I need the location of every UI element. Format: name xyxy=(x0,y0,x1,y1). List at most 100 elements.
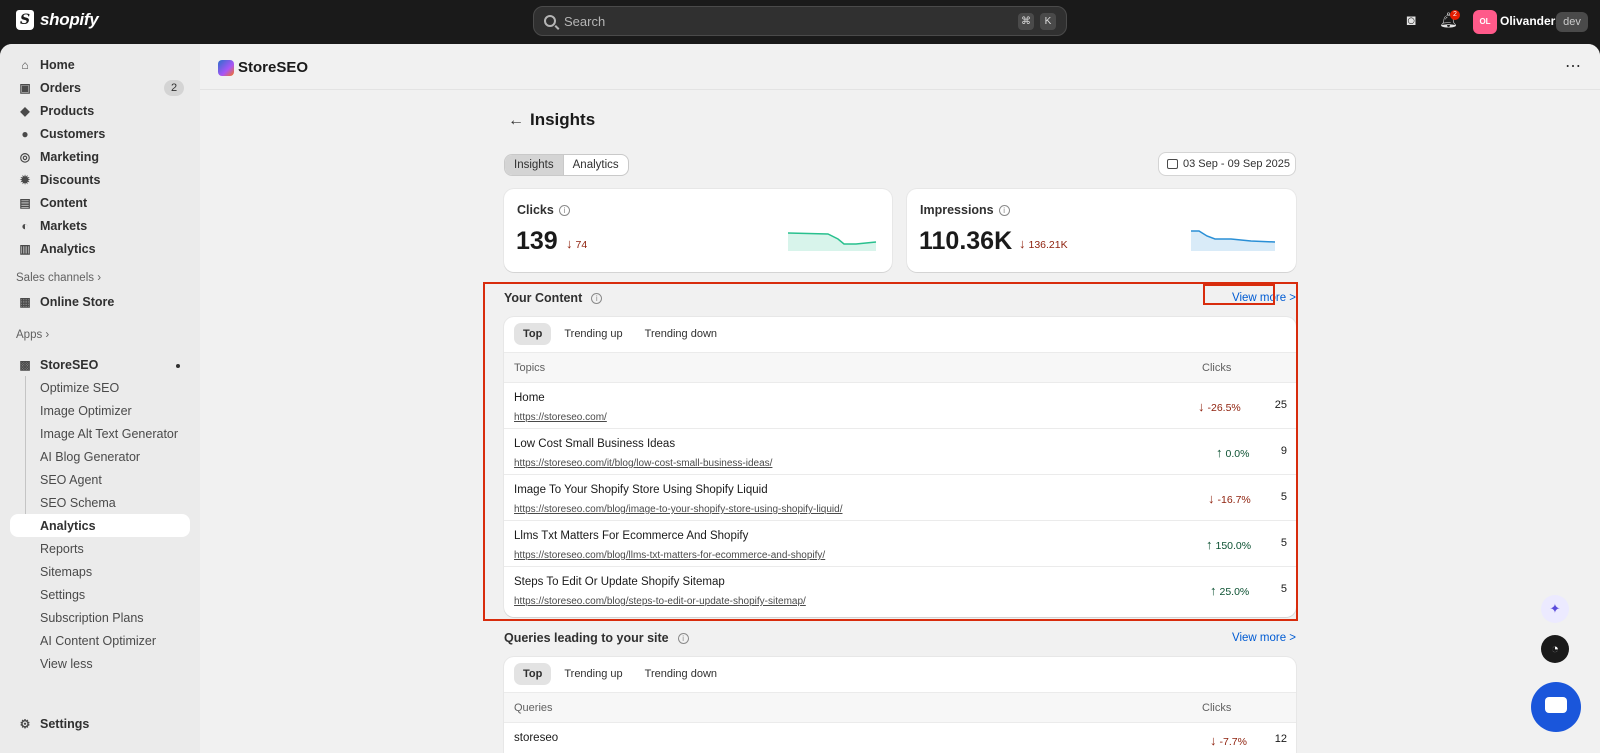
segment-insights[interactable]: Insights xyxy=(505,155,564,175)
arrow-down-icon: ↓ xyxy=(566,236,573,251)
table-row[interactable]: storeseo ↓ -7.7% 12 xyxy=(504,723,1296,753)
view-switcher: Insights Analytics xyxy=(504,154,629,176)
search-placeholder: Search xyxy=(564,13,606,29)
search-input[interactable]: Search ⌘ K xyxy=(533,6,1067,36)
sidebar-subitem-analytics[interactable]: Analytics xyxy=(10,514,190,537)
impressions-delta-value: 136.21K xyxy=(1028,239,1068,251)
store-name[interactable]: Olivanders xyxy=(1500,14,1562,28)
apps-heading[interactable]: Apps › xyxy=(16,329,49,341)
sidebar-subitem-image-alt-text[interactable]: Image Alt Text Generator xyxy=(10,422,190,445)
clicks-delta: ↓ 74 xyxy=(566,236,587,251)
sidebar-item-label: Analytics xyxy=(40,242,96,256)
clicks-label: Clicks xyxy=(517,203,554,217)
apps-label: Apps xyxy=(16,329,43,341)
info-icon[interactable]: i xyxy=(558,205,570,217)
info-icon[interactable]: i xyxy=(677,633,689,645)
sidebar-subitem-image-optimizer[interactable]: Image Optimizer xyxy=(10,399,190,422)
ai-sparkle-icon[interactable]: ✦ xyxy=(1541,595,1569,623)
sidebar-item-settings[interactable]: ⚙ Settings xyxy=(10,712,190,736)
segment-analytics[interactable]: Analytics xyxy=(564,155,628,175)
arrow-down-icon: ↓ xyxy=(1210,733,1217,748)
tag-icon: ◆ xyxy=(20,104,30,118)
sidebar-item-online-store[interactable]: ▦ Online Store xyxy=(10,290,190,314)
queries-tabs: Top Trending up Trending down xyxy=(514,663,726,685)
orders-count-badge: 2 xyxy=(164,80,184,96)
sidebar-item-label: Settings xyxy=(40,717,90,731)
sidebar-item-label: Content xyxy=(40,196,88,210)
search-icon xyxy=(544,15,556,27)
discount-icon: ✹ xyxy=(19,173,31,187)
sidebar-item-analytics[interactable]: ▥ Analytics xyxy=(10,237,190,261)
queries-heading: Queries leading to your site i xyxy=(504,631,689,645)
sidebar-item-discounts[interactable]: ✹ Discounts xyxy=(10,168,190,192)
sidebar-item-markets[interactable]: ◐ Markets xyxy=(10,214,190,238)
sidebar-subitem-settings[interactable]: Settings xyxy=(10,583,190,606)
back-arrow-icon[interactable]: ← xyxy=(508,112,524,130)
row-clicks: 12 xyxy=(1274,733,1287,745)
admin-frame: ⌂ Home ▣ Orders 2 ◆ Products ● Customers ◎ Mar… xyxy=(0,44,1600,753)
sidebar-item-label: Products xyxy=(40,104,95,118)
sales-channels-label: Sales channels xyxy=(16,272,94,284)
queries-view-more-link[interactable]: View more > xyxy=(1232,632,1296,644)
tab-trending-down[interactable]: Trending down xyxy=(636,663,726,685)
sidekick-icon[interactable]: ◙ xyxy=(1402,12,1420,30)
notification-bell-icon[interactable]: ◔ xyxy=(1541,635,1569,663)
sidebar-item-orders[interactable]: ▣ Orders 2 xyxy=(10,76,190,100)
shortcut-key-k: K xyxy=(1040,13,1056,30)
tab-top[interactable]: Top xyxy=(514,663,552,685)
sidebar-subitem-sitemaps[interactable]: Sitemaps xyxy=(10,560,190,583)
more-actions-icon[interactable]: ⋯ xyxy=(1565,56,1582,76)
sidebar-subitem-view-less[interactable]: View less xyxy=(10,652,190,675)
avatar[interactable]: OL xyxy=(1473,10,1497,34)
target-icon: ◎ xyxy=(19,150,31,164)
globe-icon: ◐ xyxy=(21,219,29,233)
shopify-logo[interactable]: shopify xyxy=(16,10,99,30)
brand-wordmark: shopify xyxy=(40,10,99,29)
impressions-value: 110.36K xyxy=(919,227,1013,255)
person-icon: ● xyxy=(21,127,29,141)
sidebar-item-label: Online Store xyxy=(40,295,115,309)
sidebar-subitem-seo-agent[interactable]: SEO Agent xyxy=(10,468,190,491)
sidebar-subitem-ai-blog-generator[interactable]: AI Blog Generator xyxy=(10,445,190,468)
queries-title: Queries leading to your site xyxy=(504,631,669,645)
sidebar-subitem-reports[interactable]: Reports xyxy=(10,537,190,560)
row-change-value: -7.7% xyxy=(1219,736,1247,748)
sidebar-subitem-seo-schema[interactable]: SEO Schema xyxy=(10,491,190,514)
gear-icon: ⚙ xyxy=(19,717,31,731)
page-title: Insights xyxy=(530,110,596,129)
orders-icon: ▣ xyxy=(19,81,31,95)
sidebar-item-content[interactable]: ▤ Content xyxy=(10,191,190,215)
clicks-value: 139 xyxy=(516,227,558,255)
chevron-right-icon: › xyxy=(97,272,102,284)
arrow-down-icon: ↓ xyxy=(1019,236,1026,251)
storeseo-logo-icon xyxy=(218,60,234,76)
impressions-delta: ↓ 136.21K xyxy=(1019,236,1068,251)
shortcut-key-cmd: ⌘ xyxy=(1018,13,1034,30)
pin-dot-icon xyxy=(176,364,180,368)
sidebar-subitem-subscription-plans[interactable]: Subscription Plans xyxy=(10,606,190,629)
chat-icon[interactable] xyxy=(1531,682,1581,732)
sidebar-item-home[interactable]: ⌂ Home xyxy=(10,53,190,77)
app-header: StoreSEO ⋯ xyxy=(200,44,1600,90)
shopify-bag-icon xyxy=(16,10,34,30)
sidebar-subitem-optimize-seo[interactable]: Optimize SEO xyxy=(10,376,190,399)
sidebar-item-label: Home xyxy=(40,58,75,72)
sidebar-item-customers[interactable]: ● Customers xyxy=(10,122,190,146)
date-range-button[interactable]: 03 Sep - 09 Sep 2025 xyxy=(1158,152,1296,176)
sidebar: ⌂ Home ▣ Orders 2 ◆ Products ● Customers ◎ Mar… xyxy=(0,44,200,753)
sidebar-item-marketing[interactable]: ◎ Marketing xyxy=(10,145,190,169)
sidebar-item-products[interactable]: ◆ Products xyxy=(10,99,190,123)
tab-trending-up[interactable]: Trending up xyxy=(555,663,631,685)
sales-channels-heading[interactable]: Sales channels › xyxy=(16,272,101,284)
calendar-icon xyxy=(1167,159,1178,169)
impressions-sparkline xyxy=(1191,230,1276,251)
sidebar-item-storeseo[interactable]: ▩ StoreSEO xyxy=(10,353,190,377)
top-bar: shopify Search ⌘ K ◙ 🔔︎ 2 OL Olivanders … xyxy=(0,0,1600,44)
sidebar-subitem-ai-content-optimizer[interactable]: AI Content Optimizer xyxy=(10,629,190,652)
chevron-right-icon: › xyxy=(45,329,50,341)
bar-chart-icon: ▥ xyxy=(19,242,31,256)
content-icon: ▤ xyxy=(19,196,31,210)
sidebar-item-label: Customers xyxy=(40,127,106,141)
info-icon[interactable]: i xyxy=(998,205,1010,217)
highlight-annotation xyxy=(483,282,1298,621)
